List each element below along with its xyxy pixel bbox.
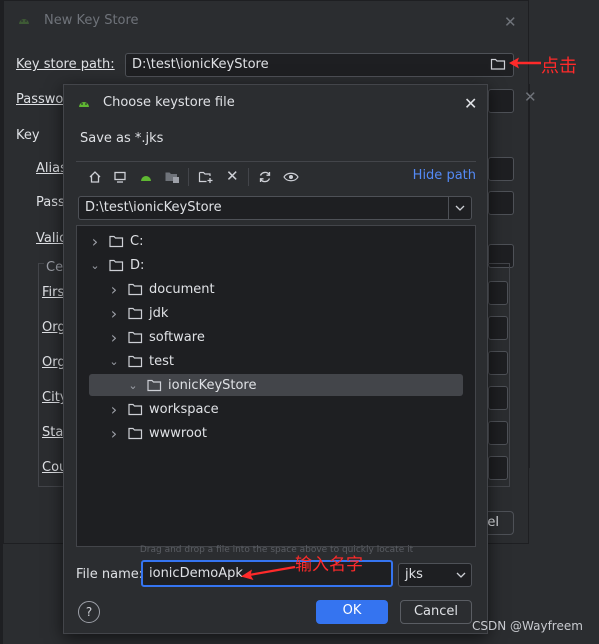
key-store-path-value: D:\test\ionicKeyStore <box>132 57 269 72</box>
country-field[interactable] <box>488 456 508 480</box>
tree-item[interactable]: › software <box>108 326 205 348</box>
chevron-right-icon[interactable]: › <box>108 280 120 299</box>
password-field[interactable] <box>488 89 514 113</box>
alias-field[interactable] <box>488 157 514 181</box>
chevron-right-icon[interactable]: › <box>108 400 120 419</box>
close-icon[interactable]: ✕ <box>464 94 477 113</box>
file-name-value: ionicDemoApk <box>149 566 243 581</box>
hide-path-link[interactable]: Hide path <box>413 168 476 183</box>
extension-value: jks <box>405 567 423 582</box>
annotation-arrow-click <box>509 57 541 69</box>
tree-item[interactable]: › wwwroot <box>108 422 207 444</box>
drag-drop-hint: Drag and drop a file into the space abov… <box>139 545 414 555</box>
state-field[interactable] <box>488 421 508 445</box>
dialog-title: Choose keystore file <box>103 95 235 110</box>
chevron-down-icon[interactable]: ⌄ <box>127 379 139 392</box>
tree-item[interactable]: › workspace <box>108 398 219 420</box>
ide-edge <box>0 0 3 644</box>
toolbar-divider <box>248 168 249 186</box>
annotation-click: 点击 <box>541 56 577 77</box>
cancel-button[interactable]: Cancel <box>400 600 472 624</box>
tree-item-label: test <box>149 353 174 369</box>
folder-icon <box>128 355 143 368</box>
chevron-right-icon[interactable]: › <box>108 424 120 443</box>
tree-item-label: wwwroot <box>149 425 207 441</box>
folder-icon <box>109 259 124 272</box>
tree-item-label: document <box>149 281 215 297</box>
file-tree: › C: ⌄ D: › document › jdk › software ⌄ test ⌄ ionicK… <box>76 225 476 547</box>
chevron-down-icon[interactable]: ⌄ <box>108 355 120 368</box>
chevron-right-icon[interactable]: › <box>89 232 101 251</box>
tree-item-label: workspace <box>149 401 219 417</box>
tree-item[interactable]: › jdk <box>108 302 169 324</box>
desktop-icon[interactable] <box>113 170 127 184</box>
chevron-down-icon[interactable] <box>456 571 466 579</box>
password-label: Passwo <box>16 92 64 107</box>
folder-icon <box>128 427 143 440</box>
toolbar-divider <box>188 168 189 186</box>
window-title: New Key Store <box>44 13 139 28</box>
android-icon <box>18 15 30 25</box>
tree-item-label: C: <box>130 233 144 249</box>
project-android-icon[interactable] <box>140 172 152 182</box>
city-field[interactable] <box>488 386 508 410</box>
key-store-path-field[interactable]: D:\test\ionicKeyStore <box>125 53 514 77</box>
dialog-subtitle: Save as *.jks <box>80 131 164 146</box>
side-panel: ✕ <box>524 84 548 468</box>
tree-item[interactable]: ⌄ test <box>108 350 174 372</box>
folder-browse-icon[interactable] <box>490 57 506 71</box>
first-last-name-label: Firs <box>42 285 65 300</box>
annotation-arrow-name <box>241 565 296 580</box>
home-icon[interactable] <box>88 170 102 184</box>
tree-item-label: software <box>149 329 205 345</box>
refresh-icon[interactable] <box>258 170 272 184</box>
new-folder-icon[interactable] <box>198 170 214 184</box>
watermark: CSDN @Wayfreem <box>472 619 583 633</box>
tree-item-label: ionicKeyStore <box>168 377 257 393</box>
first-last-name-field[interactable] <box>488 281 508 305</box>
annotation-enter-name: 输入名字 <box>295 555 363 575</box>
tree-item[interactable]: ⌄ D: <box>89 254 144 276</box>
path-combobox[interactable]: D:\test\ionicKeyStore <box>78 196 472 220</box>
chevron-right-icon[interactable]: › <box>108 304 120 323</box>
module-folder-icon[interactable] <box>164 170 180 184</box>
chevron-right-icon[interactable]: › <box>108 328 120 347</box>
android-icon <box>78 98 90 108</box>
folder-icon <box>109 235 124 248</box>
close-icon[interactable]: ✕ <box>504 13 517 31</box>
folder-icon <box>128 403 143 416</box>
pass-field[interactable] <box>488 191 514 215</box>
chevron-down-icon[interactable]: ⌄ <box>89 259 101 272</box>
pass-label: Pass <box>36 195 65 210</box>
show-hidden-files-icon[interactable] <box>283 170 299 184</box>
chevron-down-icon[interactable] <box>455 204 465 212</box>
delete-icon[interactable]: ✕ <box>226 167 239 185</box>
cancel-button-behind-label: el <box>487 515 499 530</box>
folder-icon <box>128 331 143 344</box>
file-name-label: File name: <box>76 567 144 582</box>
organization-field[interactable] <box>488 351 508 375</box>
folder-icon <box>128 307 143 320</box>
tree-item-label: jdk <box>149 305 169 321</box>
folder-icon <box>128 283 143 296</box>
path-value: D:\test\ionicKeyStore <box>85 200 222 215</box>
tree-item-label: D: <box>130 257 145 273</box>
close-icon[interactable]: ✕ <box>524 88 537 106</box>
ok-button[interactable]: OK <box>316 600 388 624</box>
tree-item[interactable]: › C: <box>89 230 144 252</box>
help-icon: ? <box>85 605 93 619</box>
folder-icon <box>147 379 162 392</box>
help-button[interactable]: ? <box>78 601 100 623</box>
combobox-divider <box>448 197 449 219</box>
choose-keystore-dialog: Choose keystore file ✕ Save as *.jks ✕ H… <box>63 84 488 634</box>
org-unit-field[interactable] <box>488 316 508 340</box>
tree-item[interactable]: › document <box>108 278 215 300</box>
toolbar: ✕ Hide path <box>76 161 476 192</box>
key-section-label: Key <box>16 128 40 143</box>
tree-item[interactable]: ⌄ ionicKeyStore <box>127 374 257 396</box>
key-store-path-label: Key store path: <box>16 57 115 72</box>
